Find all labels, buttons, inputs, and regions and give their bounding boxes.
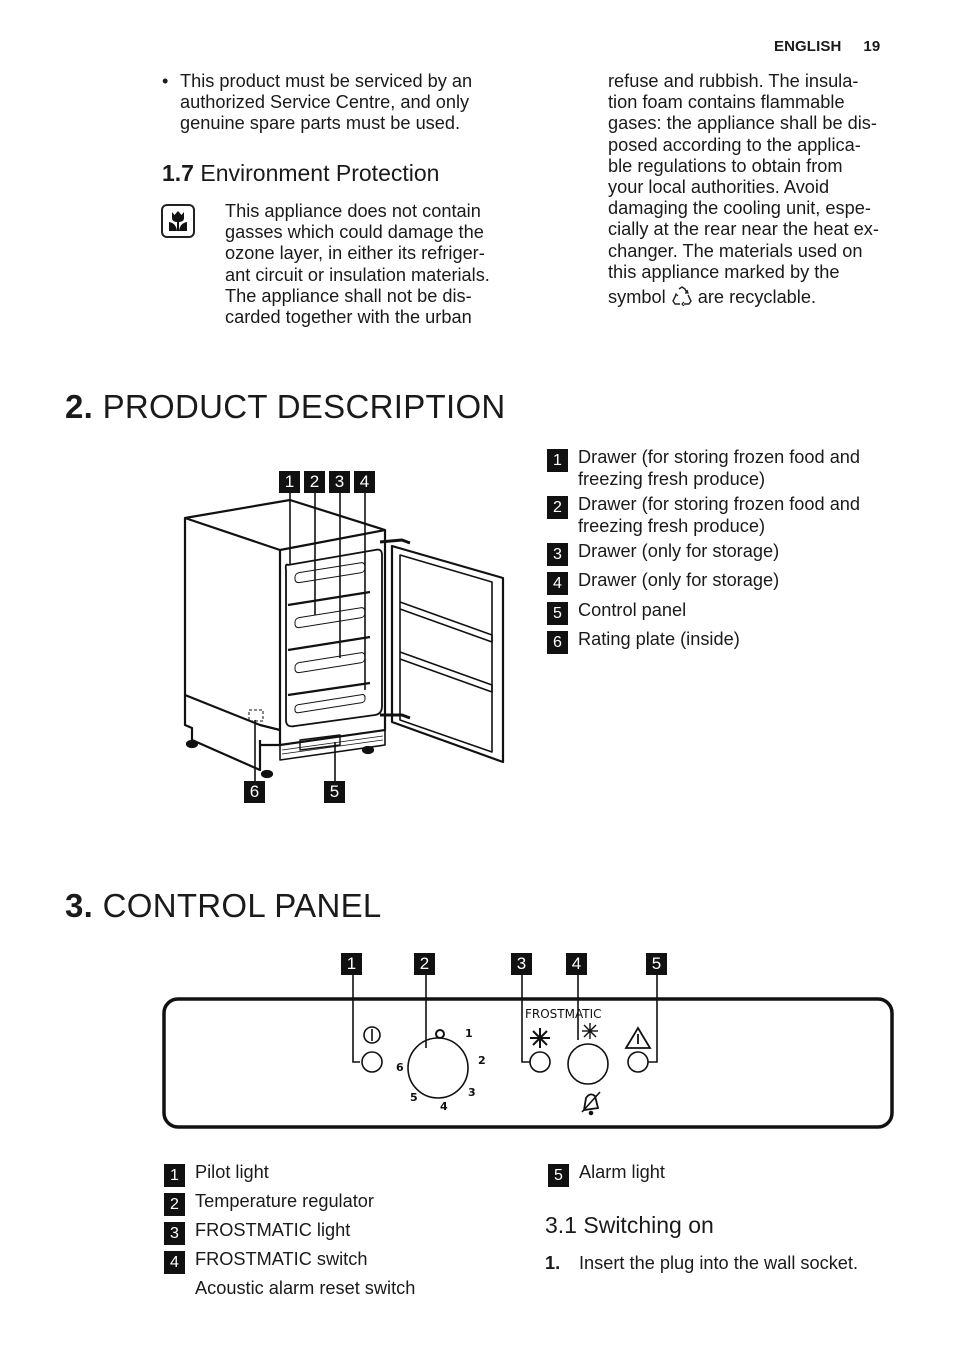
legend-item: Acoustic alarm reset switch	[195, 1278, 415, 1300]
legend-text: Temperature regulator	[195, 1191, 374, 1211]
number-badge: 5	[548, 1164, 569, 1187]
legend-item: 4 FROSTMATIC switch	[164, 1249, 367, 1274]
step-item: 1. Insert the plug into the wall socket.	[545, 1253, 858, 1274]
section-number: 2.	[65, 388, 94, 425]
section-title: Switching on	[583, 1212, 714, 1238]
legend-text: Acoustic alarm reset switch	[195, 1278, 416, 1298]
step-number: 1.	[545, 1253, 561, 1273]
number-badge: 1	[164, 1164, 185, 1187]
number-badge: 3	[164, 1222, 185, 1245]
legend-item: 5 Alarm light	[548, 1162, 665, 1187]
control-panel-legend-right: 5 Alarm light	[548, 0, 908, 1352]
legend-item: 2 Temperature regulator	[164, 1191, 374, 1216]
section-number: 3.	[65, 887, 94, 924]
legend-text: FROSTMATIC light	[195, 1220, 351, 1240]
legend-text: Pilot light	[195, 1162, 269, 1182]
section-number: 3.1	[545, 1212, 577, 1238]
legend-item: 3 FROSTMATIC light	[164, 1220, 350, 1245]
number-badge: 2	[164, 1193, 185, 1216]
legend-text: FROSTMATIC switch	[195, 1249, 368, 1269]
control-panel-legend: 1 Pilot light 2 Temperature regulator 3 …	[164, 0, 544, 1352]
section-heading-switching-on: 3.1 Switching on	[545, 1212, 714, 1239]
legend-text: Alarm light	[579, 1162, 665, 1182]
step-text: Insert the plug into the wall socket.	[579, 1253, 859, 1273]
number-badge: 4	[164, 1251, 185, 1274]
legend-item: 1 Pilot light	[164, 1162, 269, 1187]
